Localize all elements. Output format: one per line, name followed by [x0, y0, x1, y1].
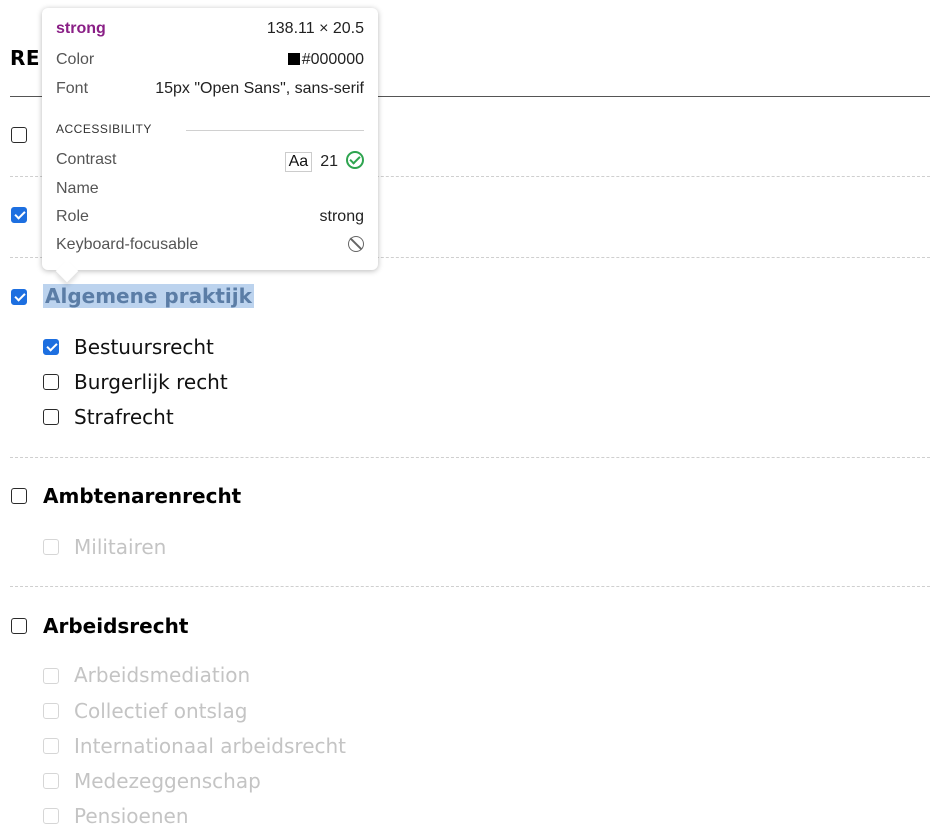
divider	[10, 586, 930, 587]
ambtenarenrecht-label[interactable]: Ambtenarenrecht	[43, 484, 241, 508]
arbeidsmediation-checkbox	[43, 668, 59, 684]
devtools-inspect-tooltip: strong 138.11 × 20.5 Color #000000 Font …	[42, 8, 378, 283]
bestuursrecht-checkbox[interactable]	[43, 339, 59, 355]
not-focusable-icon	[348, 236, 364, 252]
algemene-praktijk-label[interactable]: Algemene praktijk	[43, 284, 254, 308]
arbeidsrecht-label[interactable]: Arbeidsrecht	[43, 614, 188, 638]
pensioenen-checkbox	[43, 808, 59, 824]
burgerlijk-recht-checkbox[interactable]	[43, 374, 59, 390]
inspected-strong-element: Algemene praktijk	[43, 284, 254, 308]
tooltip-name-label: Name	[56, 180, 99, 197]
color-swatch-icon	[287, 53, 300, 65]
burgerlijk-recht-label[interactable]: Burgerlijk recht	[74, 370, 228, 394]
internationaal-arbeidsrecht-label: Internationaal arbeidsrecht	[74, 734, 347, 758]
tooltip-role-value: strong	[319, 208, 364, 225]
contrast-pass-icon	[346, 151, 364, 169]
internationaal-arbeidsrecht-checkbox	[43, 738, 59, 754]
arbeidsmediation-label: Arbeidsmediation	[74, 663, 251, 687]
algemene-praktijk-checkbox[interactable]	[11, 289, 27, 305]
tooltip-role-label: Role	[56, 208, 89, 225]
section-heading: RE	[10, 46, 41, 70]
tooltip-element-tag: strong	[56, 20, 106, 37]
hidden-row-1-checkbox[interactable]	[11, 127, 27, 143]
strafrecht-label[interactable]: Strafrecht	[74, 405, 174, 429]
arbeidsrecht-checkbox[interactable]	[11, 618, 27, 634]
pensioenen-label: Pensioenen	[74, 804, 189, 828]
hidden-row-2-checkbox[interactable]	[11, 207, 27, 223]
militairen-checkbox	[43, 539, 59, 555]
tooltip-accessibility-heading: ACCESSIBILITY	[56, 122, 152, 136]
tooltip-contrast-value: 21	[320, 153, 338, 170]
ambtenarenrecht-checkbox[interactable]	[11, 488, 27, 504]
tooltip-font-value: 15px "Open Sans", sans-serif	[155, 80, 364, 97]
divider	[10, 457, 930, 458]
medezeggenschap-checkbox	[43, 773, 59, 789]
collectief-ontslag-checkbox	[43, 703, 59, 719]
tooltip-section-rule	[186, 130, 364, 131]
tooltip-color-label: Color	[56, 51, 95, 68]
militairen-label: Militairen	[74, 535, 167, 559]
tooltip-color-value: #000000	[301, 51, 364, 68]
medezeggenschap-label: Medezeggenschap	[74, 769, 261, 793]
strafrecht-checkbox[interactable]	[43, 409, 59, 425]
collectief-ontslag-label: Collectief ontslag	[74, 699, 248, 723]
tooltip-focusable-label: Keyboard-focusable	[56, 236, 199, 253]
contrast-aa-sample: Aa	[284, 152, 313, 172]
bestuursrecht-label[interactable]: Bestuursrecht	[74, 335, 214, 359]
tooltip-arrow	[55, 259, 79, 283]
tooltip-font-label: Font	[56, 80, 89, 97]
tooltip-element-size: 138.11 × 20.5	[266, 20, 364, 37]
tooltip-contrast-label: Contrast	[56, 151, 117, 168]
